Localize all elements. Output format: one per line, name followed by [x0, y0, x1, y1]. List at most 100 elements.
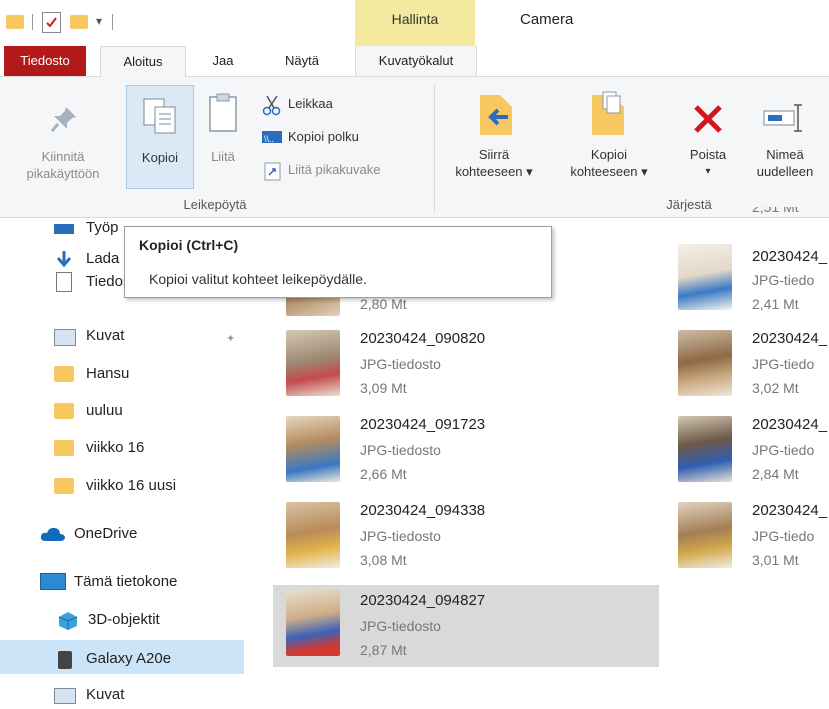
nav-item-pictures-2[interactable]: Kuvat [86, 681, 124, 709]
folder-icon [54, 403, 74, 419]
svg-text:\\..: \\.. [264, 134, 274, 144]
file-type: JPG-tiedo [752, 272, 815, 288]
file-name: 20230424_094338 [360, 502, 486, 519]
file-item[interactable]: 20230424_ JPG-tiedo 3,01 Mt [678, 502, 829, 574]
download-arrow-icon [54, 249, 74, 274]
nav-item-hansu[interactable]: Hansu [86, 360, 129, 388]
nav-item-this-pc[interactable]: Tämä tietokone [74, 568, 177, 596]
nav-item-tyop[interactable]: Työp [86, 214, 119, 242]
copy-button[interactable]: Kopioi [126, 85, 194, 189]
file-name: 20230424_ [752, 248, 828, 265]
delete-x-icon [692, 103, 724, 140]
copy-path-icon: \\.. [262, 131, 282, 144]
move-to-folder-icon [478, 93, 514, 142]
file-thumbnail [286, 590, 340, 656]
nav-item-viikko-16-uusi[interactable]: viikko 16 uusi [86, 472, 176, 500]
nav-item-uuluu[interactable]: uuluu [86, 397, 123, 425]
document-icon [56, 272, 72, 292]
tab-picture-tools[interactable]: Kuvatyökalut [355, 46, 477, 76]
copy-path-button[interactable]: \\.. Kopioi polku [262, 127, 422, 149]
file-name: 20230424_090820 [360, 330, 486, 347]
folder-icon [54, 440, 74, 456]
onedrive-cloud-icon [40, 526, 66, 547]
file-type: JPG-tiedosto [360, 442, 441, 458]
file-item-selected[interactable]: 20230424_094827 JPG-tiedosto 2,87 Mt [284, 590, 664, 662]
delete-dropdown-arrow[interactable]: ▾ [676, 164, 740, 180]
file-item[interactable]: 20230424_ JPG-tiedo 2,41 Mt [678, 244, 829, 316]
pin-label-line2: pikakäyttöön [26, 166, 100, 181]
customize-quick-access-icon[interactable]: ▾ [96, 14, 102, 28]
file-item[interactable]: 20230424_090820 JPG-tiedosto 3,09 Mt [284, 330, 664, 402]
copy-to-button[interactable]: Kopioi kohteeseen ▾ [552, 85, 666, 189]
file-name: 20230424_094827 [360, 592, 486, 609]
file-item[interactable]: 20230424_ JPG-tiedo 3,02 Mt [678, 330, 829, 402]
file-type: JPG-tiedosto [360, 356, 441, 372]
file-thumbnail [678, 416, 732, 482]
file-type: JPG-tiedo [752, 442, 815, 458]
file-type: JPG-tiedosto [360, 618, 441, 634]
tab-home[interactable]: Aloitus [100, 46, 186, 77]
nav-item-pictures[interactable]: Kuvat [86, 322, 124, 350]
file-type: JPG-tiedo [752, 528, 815, 544]
nav-item-onedrive[interactable]: OneDrive [74, 520, 137, 548]
file-size: 3,09 Mt [360, 380, 407, 396]
paste-icon [208, 93, 238, 138]
pin-icon [48, 103, 80, 140]
file-name: 20230424_ [752, 330, 828, 347]
rename-button[interactable]: Nimeä uudelleen [742, 85, 829, 189]
contextual-group-label: Hallinta [391, 11, 439, 27]
cut-label: Leikkaa [288, 96, 333, 111]
scissors-icon [262, 94, 282, 121]
file-item[interactable]: 20230424_094338 JPG-tiedosto 3,08 Mt [284, 502, 664, 574]
file-size: 2,66 Mt [360, 466, 407, 482]
paste-shortcut-button[interactable]: Liitä pikakuvake [262, 160, 432, 182]
file-thumbnail [678, 330, 732, 396]
paste-button[interactable]: Liitä [196, 85, 250, 189]
file-size: 3,01 Mt [752, 552, 799, 568]
tab-file[interactable]: Tiedosto [4, 46, 86, 76]
paste-shortcut-icon [264, 161, 282, 186]
desktop-icon [54, 224, 74, 234]
file-item[interactable]: 20230424_091723 JPG-tiedosto 2,66 Mt [284, 416, 664, 488]
file-thumbnail [678, 502, 732, 568]
copy-tooltip: Kopioi (Ctrl+C) Kopioi valitut kohteet l… [124, 226, 552, 298]
file-size: 3,02 Mt [752, 380, 799, 396]
rename-icon [762, 103, 806, 138]
file-size: 2,80 Mt [360, 296, 407, 312]
tooltip-description: Kopioi valitut kohteet leikepöydälle. [149, 271, 367, 287]
phone-device-icon [58, 651, 72, 669]
nav-item-galaxy-a20e[interactable]: Galaxy A20e [86, 645, 171, 673]
nav-item-viikko-16[interactable]: viikko 16 [86, 434, 144, 462]
tooltip-title: Kopioi (Ctrl+C) [139, 237, 239, 253]
file-size: 2,84 Mt [752, 466, 799, 482]
pin-to-quick-access-button[interactable]: Kiinnitä pikakäyttöön [0, 85, 126, 189]
file-type: JPG-tiedosto [360, 528, 441, 544]
rename-label-line2: uudelleen [756, 164, 814, 179]
file-type: JPG-tiedo [752, 356, 815, 372]
group-divider [434, 84, 435, 214]
quick-access-separator [112, 14, 113, 30]
properties-icon[interactable] [42, 12, 61, 33]
move-to-button[interactable]: Siirrä kohteeseen ▾ [438, 85, 550, 189]
3d-objects-icon [58, 611, 78, 636]
quick-access-separator [32, 14, 33, 30]
folder-icon [54, 366, 74, 382]
nav-item-3d-objects[interactable]: 3D-objektit [88, 606, 160, 634]
file-item[interactable]: 2,51 Mt [678, 207, 829, 229]
file-name: 20230424_ [752, 502, 828, 519]
pin-label-line1: Kiinnitä [41, 149, 85, 164]
cut-button[interactable]: Leikkaa [262, 94, 422, 116]
tab-view[interactable]: Näytä [262, 46, 342, 76]
copy-to-folder-icon [590, 91, 626, 142]
pictures-icon [54, 688, 76, 704]
file-item[interactable]: 20230424_ JPG-tiedo 2,84 Mt [678, 416, 829, 488]
pin-icon: ✦ [226, 333, 236, 345]
file-thumbnail [286, 502, 340, 568]
file-size: 2,87 Mt [360, 642, 407, 658]
new-folder-icon[interactable] [70, 15, 88, 29]
folder-icon [6, 15, 24, 29]
file-size: 2,51 Mt [752, 207, 799, 215]
delete-button[interactable]: Poista ▾ [676, 85, 740, 189]
rename-label-line1: Nimeä [766, 147, 804, 162]
tab-share[interactable]: Jaa [198, 46, 248, 76]
